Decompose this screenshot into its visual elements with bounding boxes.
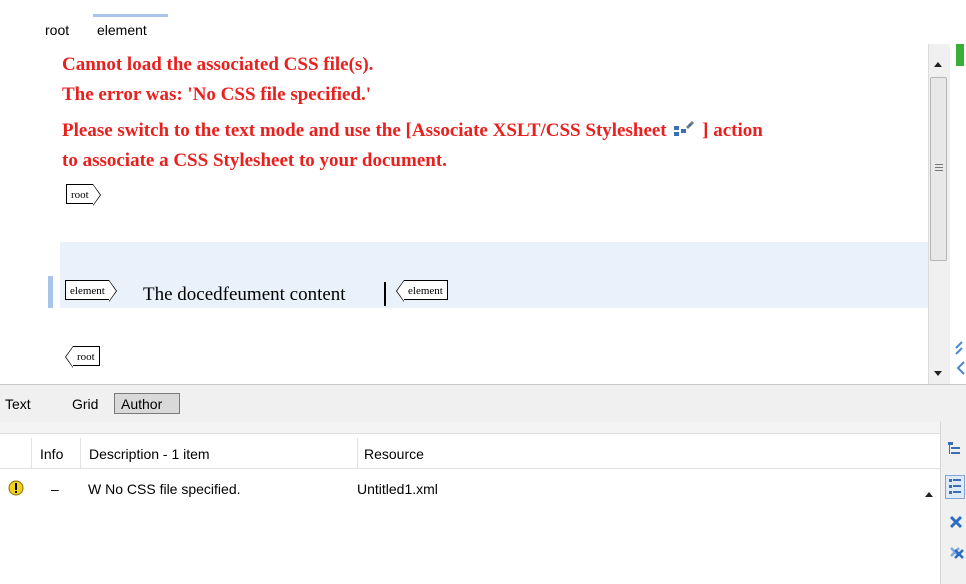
error-line-3: Please switch to the text mode and use t… xyxy=(62,120,763,142)
column-header-description[interactable]: Description - 1 item xyxy=(89,446,210,462)
tag-element-close[interactable]: element xyxy=(396,280,448,302)
scroll-thumb[interactable] xyxy=(930,77,947,261)
tag-root-open[interactable]: root xyxy=(66,184,101,206)
scroll-down-arrow-icon[interactable] xyxy=(933,366,943,381)
warning-icon xyxy=(8,480,24,499)
column-separator[interactable] xyxy=(80,438,81,468)
current-line-marker xyxy=(48,276,53,308)
column-header-info[interactable]: Info xyxy=(40,446,63,462)
problems-panel-topbar xyxy=(0,422,940,434)
scroll-up-icon[interactable] xyxy=(954,338,966,385)
error-line-2: The error was: 'No CSS file specified.' xyxy=(62,84,372,105)
remove-all-icon[interactable] xyxy=(949,546,965,563)
column-separator[interactable] xyxy=(357,438,358,468)
column-separator[interactable] xyxy=(31,438,32,468)
breadcrumb-active-indicator xyxy=(93,14,168,17)
collapse-all-icon[interactable] xyxy=(948,442,962,461)
tab-text[interactable]: Text xyxy=(5,396,31,412)
problem-resource[interactable]: Untitled1.xml xyxy=(357,481,438,497)
remove-icon[interactable] xyxy=(949,515,963,532)
tab-author[interactable]: Author xyxy=(121,396,162,412)
breadcrumb-item-root[interactable]: root xyxy=(45,22,69,38)
author-editor[interactable]: Cannot load the associated CSS file(s). … xyxy=(0,44,940,384)
associate-stylesheet-icon xyxy=(673,120,695,138)
editor-gutter xyxy=(0,44,46,384)
error-line-3-tail: ] action xyxy=(702,120,763,141)
tag-root-close[interactable]: root xyxy=(65,346,100,368)
element-text-content[interactable]: The docedfeument content xyxy=(143,284,346,306)
error-line-3-text: Please switch to the text mode and use t… xyxy=(62,120,667,141)
column-header-resource[interactable]: Resource xyxy=(364,446,424,462)
expand-all-icon[interactable] xyxy=(945,475,965,499)
error-line-1: Cannot load the associated CSS file(s). xyxy=(62,54,374,75)
breadcrumb-item-element[interactable]: element xyxy=(97,22,147,38)
problems-scroll-up-icon[interactable] xyxy=(924,486,934,501)
text-caret xyxy=(384,282,386,306)
document-status-marker xyxy=(956,44,964,66)
error-line-4: to associate a CSS Stylesheet to your do… xyxy=(62,150,447,171)
scroll-up-arrow-icon[interactable] xyxy=(933,56,943,71)
problem-marker: – xyxy=(51,481,59,497)
tag-element-open[interactable]: element xyxy=(65,280,117,302)
tab-grid[interactable]: Grid xyxy=(72,396,98,412)
problem-description: W No CSS file specified. xyxy=(88,481,241,497)
editor-right-edge xyxy=(950,44,966,384)
